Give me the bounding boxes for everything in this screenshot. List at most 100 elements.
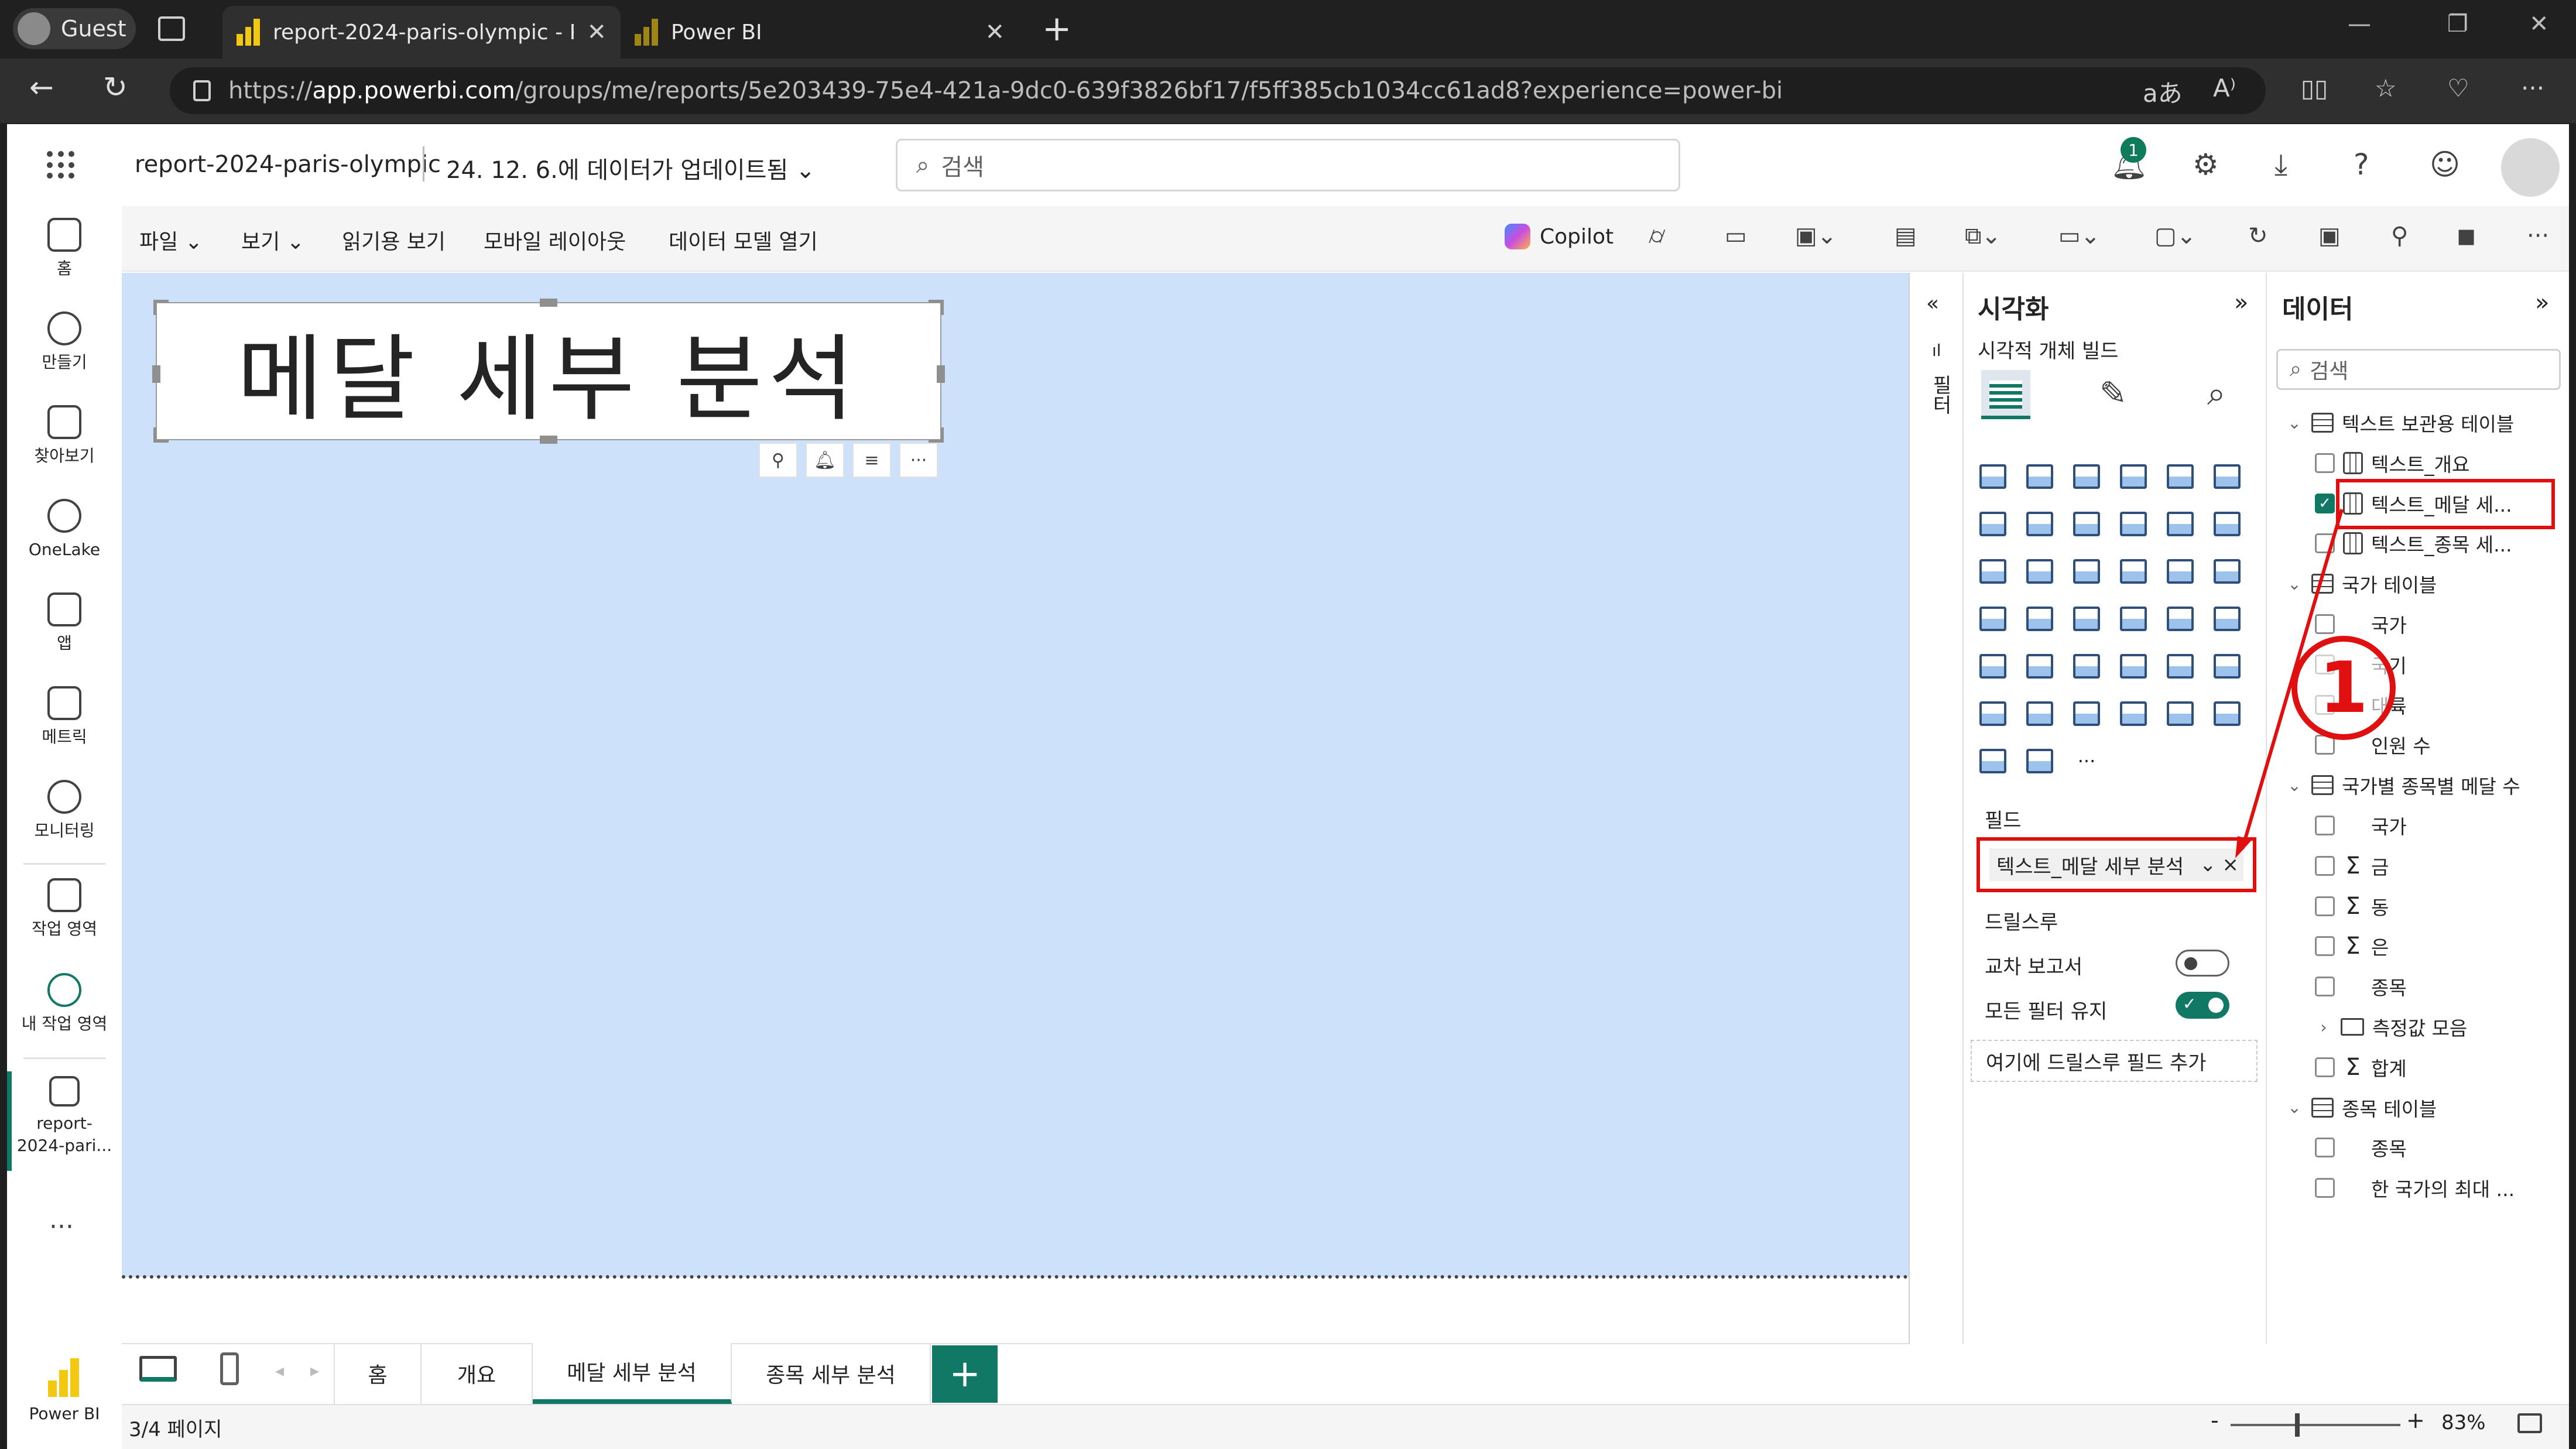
visual-type-icon[interactable] (2023, 460, 2056, 493)
present-icon[interactable]: ▭⌄ (2058, 222, 2100, 249)
visual-type-icon[interactable] (2117, 508, 2150, 540)
visual-type-icon[interactable] (1976, 602, 2009, 635)
new-tab-icon[interactable]: + (1042, 8, 1071, 49)
refresh-visuals-icon[interactable]: ↻ (2248, 222, 2268, 249)
keep-filters-toggle[interactable]: ✓ (2176, 992, 2229, 1019)
teams-icon[interactable]: ◼ (2457, 222, 2476, 249)
close-window-icon[interactable]: ✕ (2529, 11, 2549, 37)
visual-type-icon[interactable] (2211, 460, 2243, 493)
visual-type-icon[interactable] (2023, 650, 2056, 683)
restore-icon[interactable]: ❐ (2447, 11, 2468, 37)
binoculars-icon[interactable]: ⌭ (1649, 222, 1666, 249)
visual-type-icon[interactable] (2023, 697, 2056, 730)
visual-type-icon[interactable] (2164, 602, 2197, 635)
close-tab-icon[interactable]: ✕ (985, 19, 1005, 46)
minimize-icon[interactable]: — (2348, 11, 2371, 37)
filter-icon[interactable]: ≡ (852, 443, 891, 478)
menu-view[interactable]: 보기 ⌄ (241, 225, 304, 255)
title-textbox[interactable]: 메달 세부 분석 (156, 302, 941, 440)
prev-page-icon[interactable]: ◂ (275, 1361, 284, 1381)
zoom-in-button[interactable]: + (2406, 1407, 2425, 1433)
pin-icon[interactable]: ⚲ (2391, 222, 2408, 249)
menu-reading-view[interactable]: 읽기용 보기 (342, 225, 446, 255)
ribbon-more-icon[interactable]: ··· (2527, 222, 2549, 249)
cross-report-toggle[interactable] (2176, 950, 2229, 977)
read-aloud-icon[interactable]: A⁾ (2213, 74, 2236, 102)
visual-type-icon[interactable] (1976, 508, 2009, 540)
resize-handle[interactable] (937, 365, 945, 383)
field-node[interactable]: Σ은 (2315, 929, 2389, 964)
visual-type-icon[interactable] (2070, 508, 2103, 540)
field-node[interactable]: 종목 (2315, 969, 2407, 1004)
next-page-icon[interactable]: ▸ (310, 1361, 319, 1381)
mobile-layout-icon[interactable] (220, 1352, 239, 1385)
browser-tab-report[interactable]: report-2024-paris-olympic - Powe ✕ (222, 6, 621, 59)
collapse-data-pane-icon[interactable]: » (2535, 289, 2549, 316)
visual-type-icon[interactable] (1976, 460, 2009, 493)
field-node[interactable]: 한 국가의 최대 ... (2315, 1170, 2515, 1205)
url-field[interactable]: https://app.powerbi.com/groups/me/report… (170, 67, 2266, 114)
nav-home[interactable]: 홈 (7, 218, 122, 280)
data-search-input[interactable]: ⌕ 검색 (2276, 349, 2561, 390)
resize-handle[interactable] (153, 427, 169, 443)
table-node[interactable]: ⌄ 텍스트 보관용 테이블 (2286, 405, 2514, 440)
page-tab-home[interactable]: 홈 (334, 1343, 422, 1404)
browser-menu-icon[interactable]: ··· (2521, 74, 2544, 102)
chevron-down-icon[interactable]: ⌄ (2286, 413, 2303, 433)
chevron-down-icon[interactable]: ⌄ (2286, 1098, 2303, 1117)
nav-apps[interactable]: 앱 (7, 592, 122, 655)
zoom-slider-thumb[interactable] (2295, 1413, 2300, 1437)
comment-icon[interactable]: ▭ (1725, 222, 1747, 249)
visual-type-icon[interactable] (2070, 697, 2103, 730)
visual-type-icon[interactable] (2023, 508, 2056, 540)
visual-type-icon[interactable] (2164, 460, 2197, 493)
nav-onelake[interactable]: OneLake (7, 499, 122, 561)
page-tab-event-analysis[interactable]: 종목 세부 분석 (732, 1343, 931, 1404)
resize-handle[interactable] (152, 365, 160, 383)
field-node[interactable]: 텍스트_개요 (2315, 446, 2469, 481)
add-page-button[interactable]: + (932, 1345, 998, 1403)
visual-type-icon[interactable] (2023, 602, 2056, 635)
visual-type-icon[interactable] (2117, 460, 2150, 493)
split-screen-icon[interactable]: ▯▯ (2301, 74, 2328, 102)
field-checkbox[interactable] (2315, 936, 2335, 957)
favorites-icon[interactable]: ☆ (2375, 74, 2397, 102)
download-icon[interactable]: ⤓ (2274, 148, 2287, 182)
report-name[interactable]: report-2024-paris-olympic (135, 151, 441, 178)
resize-handle[interactable] (153, 300, 169, 315)
nav-metrics[interactable]: 메트릭 (7, 686, 122, 748)
field-node[interactable]: Σ동 (2315, 889, 2389, 924)
resize-handle[interactable] (929, 427, 944, 443)
zoom-slider[interactable] (2231, 1424, 2400, 1426)
browser-essentials-icon[interactable]: ♡ (2447, 74, 2469, 102)
visual-type-icon[interactable] (2070, 602, 2103, 635)
more-nav-icon[interactable]: ··· (49, 1212, 74, 1242)
tab-actions-icon[interactable] (158, 16, 185, 41)
page-tab-overview[interactable]: 개요 (422, 1343, 533, 1404)
visual-type-icon[interactable] (2164, 555, 2197, 588)
visual-type-icon[interactable] (1976, 555, 2009, 588)
field-node[interactable]: 종목 (2315, 1130, 2407, 1165)
visual-type-icon[interactable] (1976, 697, 2009, 730)
nav-current-report[interactable]: report-2024-pari... (7, 1076, 122, 1157)
visual-type-icon[interactable] (2164, 697, 2197, 730)
collapse-pane-icon[interactable]: » (2234, 289, 2248, 316)
global-search-input[interactable]: ⌕ 검색 (896, 139, 1680, 191)
save-icon[interactable]: ▣ (2318, 222, 2341, 249)
visual-type-icon[interactable] (2164, 508, 2197, 540)
format-visual-icon[interactable]: ✎ (2099, 375, 2127, 413)
data-updated-label[interactable]: 24. 12. 6.에 데이터가 업데이트됨 ⌄ (446, 151, 815, 185)
visual-type-icon[interactable] (2117, 650, 2150, 683)
field-checkbox[interactable] (2315, 977, 2335, 997)
visual-type-icon[interactable] (2070, 555, 2103, 588)
filter-strip-label[interactable]: 필터 (1926, 375, 1955, 415)
visual-type-icon[interactable] (2023, 555, 2056, 588)
chevron-right-icon[interactable]: › (2315, 1018, 2332, 1037)
alert-bell-icon[interactable]: 🔔︎ (806, 443, 844, 478)
nav-workspaces[interactable]: 작업 영역 (7, 878, 122, 940)
visual-type-icon[interactable] (2117, 697, 2150, 730)
settings-gear-icon[interactable]: ⚙ (2193, 148, 2219, 181)
visual-type-icon[interactable] (1976, 650, 2009, 683)
field-checkbox[interactable] (2315, 1178, 2335, 1198)
fields-well[interactable]: 텍스트_메달 세부 분석 ⌄ × (1976, 837, 2256, 892)
